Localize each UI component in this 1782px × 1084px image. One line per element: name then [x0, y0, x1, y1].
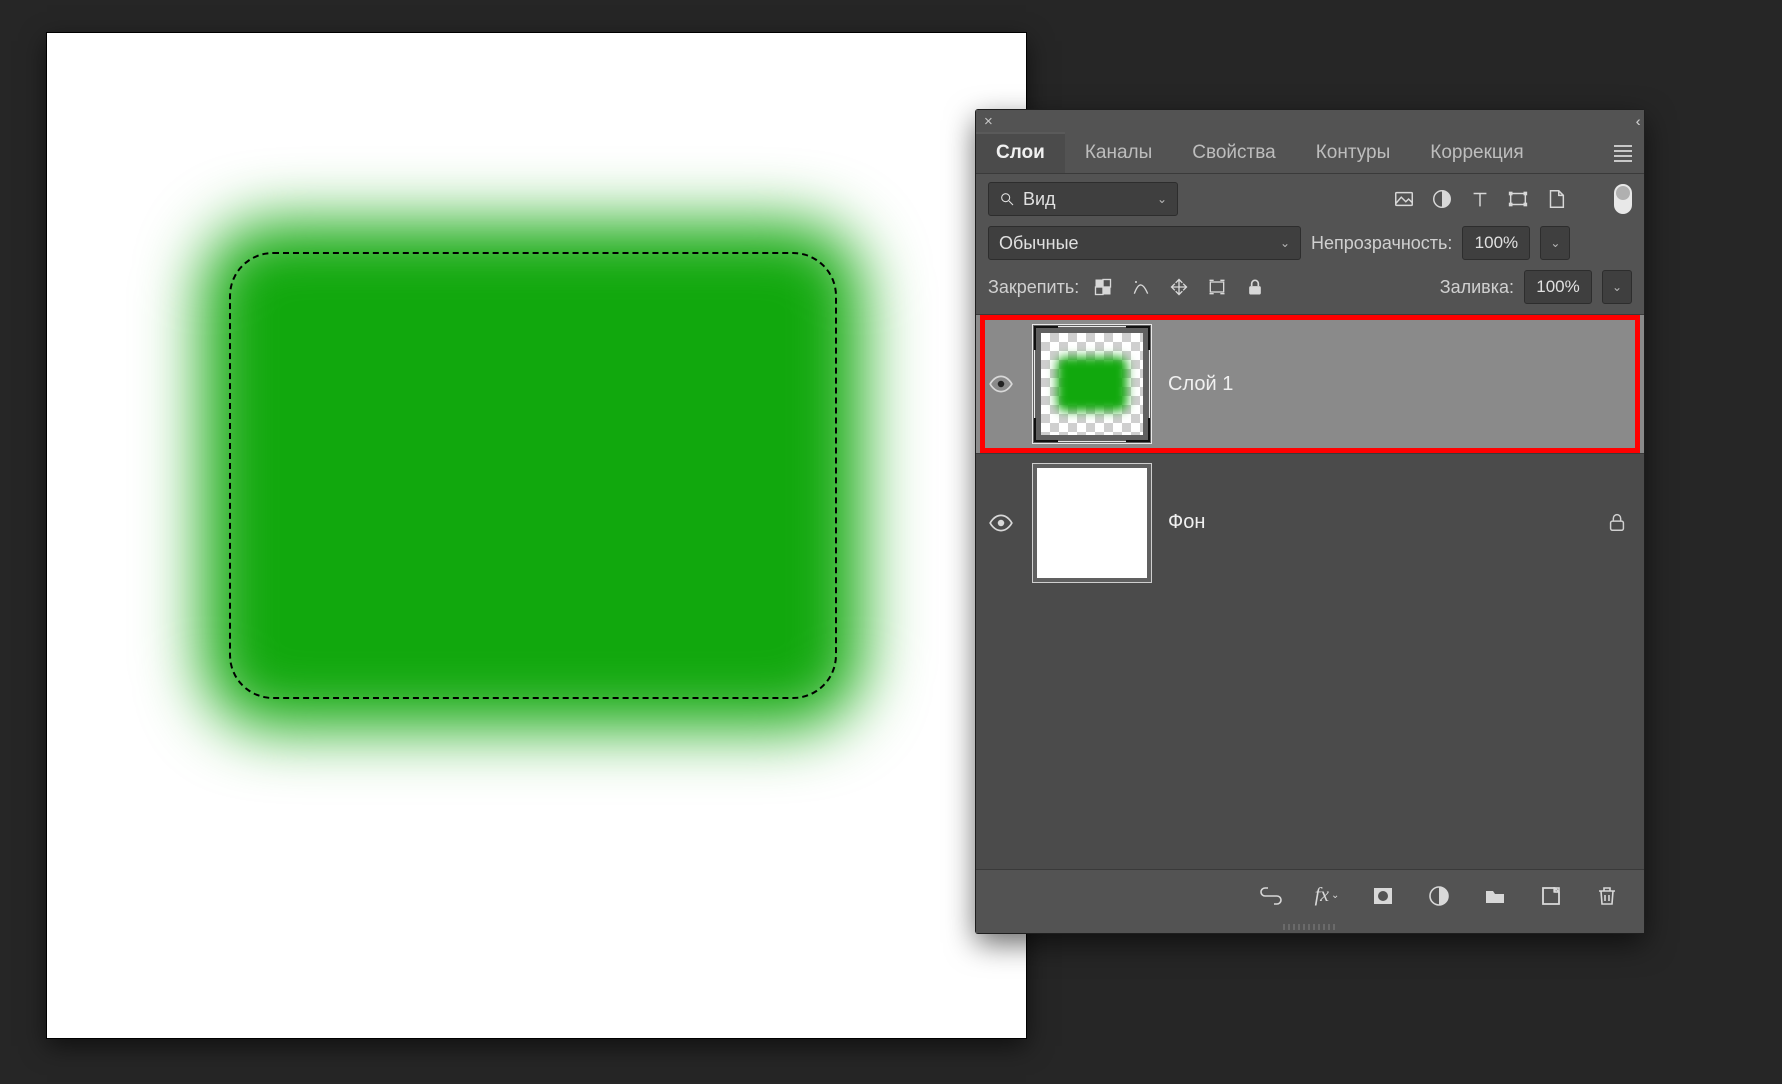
layer-thumbnail[interactable]	[1032, 324, 1152, 444]
fill-label: Заливка:	[1440, 277, 1514, 298]
fill-slider-toggle[interactable]: ⌄	[1602, 270, 1632, 304]
panel-menu-icon[interactable]	[1614, 132, 1632, 174]
link-layers-icon[interactable]	[1256, 881, 1286, 911]
layer-filter-label: Вид	[1023, 189, 1056, 210]
tab-layers[interactable]: Слои	[976, 132, 1065, 173]
layers-list: Слой 1 Фон	[976, 314, 1644, 869]
filter-adjustment-icon[interactable]	[1428, 185, 1456, 213]
new-adjustment-layer-icon[interactable]	[1424, 881, 1454, 911]
filter-toggle[interactable]	[1614, 184, 1632, 214]
fill-input[interactable]: 100%	[1524, 270, 1592, 304]
search-icon	[999, 191, 1015, 207]
close-icon[interactable]: ×	[984, 114, 993, 129]
lock-image-icon[interactable]	[1127, 273, 1155, 301]
opacity-slider-toggle[interactable]: ⌄	[1540, 226, 1570, 260]
blend-mode-value: Обычные	[999, 233, 1079, 254]
layer-name-label[interactable]: Фон	[1168, 511, 1590, 534]
filter-shape-icon[interactable]	[1504, 185, 1532, 213]
delete-layer-icon[interactable]	[1592, 881, 1622, 911]
thumbnail-content	[1037, 468, 1147, 578]
tab-channels[interactable]: Каналы	[1065, 132, 1172, 173]
lock-artboard-icon[interactable]	[1203, 273, 1231, 301]
lock-icon[interactable]	[1606, 511, 1630, 535]
selection-corner-icon	[1034, 326, 1058, 350]
panel-options: Вид ⌄ Обы	[976, 174, 1644, 314]
canvas-document[interactable]	[47, 33, 1026, 1038]
selection-corner-icon	[1034, 418, 1058, 442]
layer-effects-icon[interactable]: fx⌄	[1312, 881, 1342, 911]
selection-marquee[interactable]	[229, 252, 837, 699]
lock-position-icon[interactable]	[1165, 273, 1193, 301]
blend-mode-select[interactable]: Обычные ⌄	[988, 226, 1301, 260]
tab-paths[interactable]: Контуры	[1296, 132, 1411, 173]
layers-panel: × ‹‹ Слои Каналы Свойства Контуры Коррек…	[976, 110, 1644, 933]
new-layer-icon[interactable]	[1536, 881, 1566, 911]
tab-adjustments[interactable]: Коррекция	[1410, 132, 1543, 173]
layer-name-label[interactable]: Слой 1	[1168, 373, 1630, 396]
selection-corner-icon	[1126, 418, 1150, 442]
panel-titlebar: × ‹‹	[976, 110, 1644, 132]
filter-pixel-icon[interactable]	[1390, 185, 1418, 213]
resize-grip[interactable]	[976, 921, 1644, 933]
selection-corner-icon	[1126, 326, 1150, 350]
opacity-label: Непрозрачность:	[1311, 233, 1452, 254]
layer-thumbnail[interactable]	[1032, 463, 1152, 583]
lock-label: Закрепить:	[988, 277, 1079, 298]
filter-smartobject-icon[interactable]	[1542, 185, 1570, 213]
visibility-toggle-icon[interactable]	[988, 371, 1014, 397]
chevron-down-icon: ⌄	[1157, 192, 1167, 206]
layer-row[interactable]: Слой 1	[976, 315, 1644, 453]
panel-footer: fx⌄	[976, 869, 1644, 921]
chevron-down-icon: ⌄	[1280, 236, 1290, 250]
add-mask-icon[interactable]	[1368, 881, 1398, 911]
tab-properties[interactable]: Свойства	[1172, 132, 1295, 173]
thumbnail-content	[1057, 357, 1127, 411]
lock-all-icon[interactable]	[1241, 273, 1269, 301]
panel-tabs: Слои Каналы Свойства Контуры Коррекция	[976, 132, 1644, 174]
lock-transparency-icon[interactable]	[1089, 273, 1117, 301]
filter-type-icon[interactable]	[1466, 185, 1494, 213]
layer-filter-select[interactable]: Вид ⌄	[988, 182, 1178, 216]
layer-row[interactable]: Фон	[976, 453, 1644, 591]
new-group-icon[interactable]	[1480, 881, 1510, 911]
visibility-toggle-icon[interactable]	[988, 510, 1014, 536]
opacity-input[interactable]: 100%	[1462, 226, 1530, 260]
